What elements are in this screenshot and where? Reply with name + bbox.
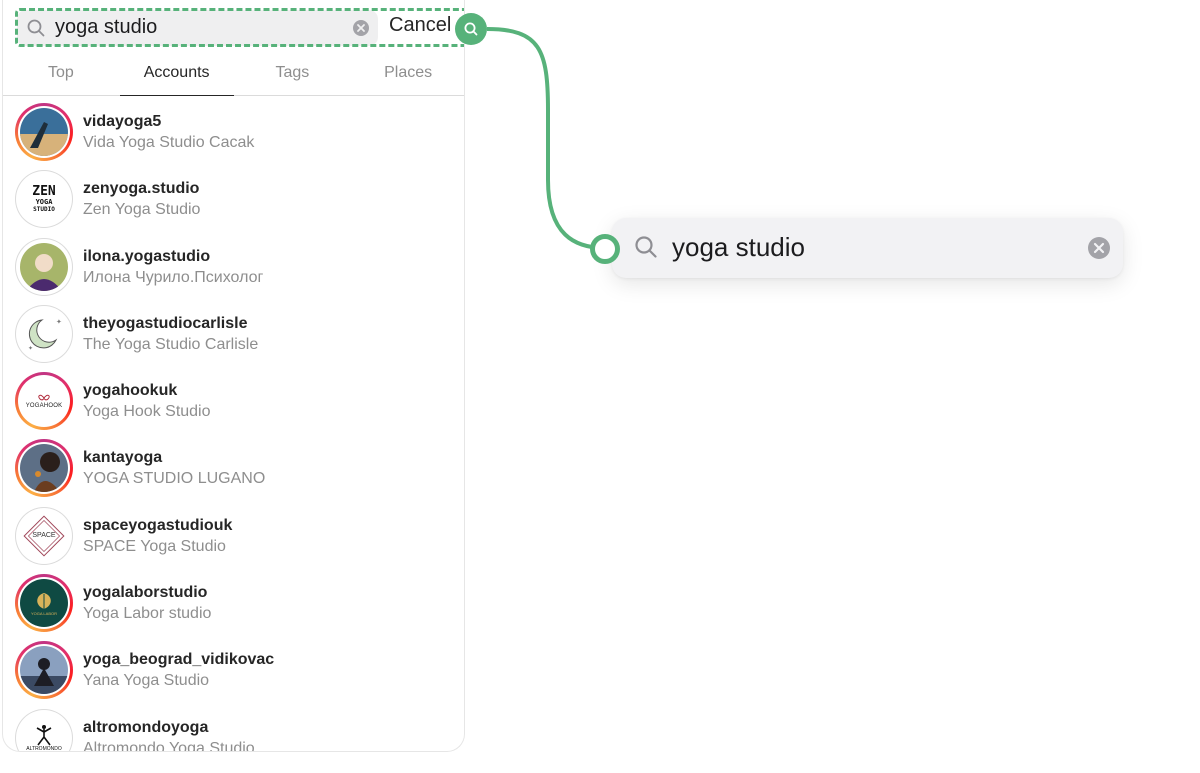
- list-item[interactable]: ✦ ✦ theyogastudiocarlisle The Yoga Studio…: [3, 298, 464, 365]
- account-name: Vida Yoga Studio Cacak: [83, 134, 255, 151]
- search-query: yoga studio: [55, 16, 158, 38]
- account-username: ilona.yogastudio: [83, 247, 211, 265]
- account-name: Yoga Hook Studio: [83, 403, 211, 421]
- avatar: [15, 103, 73, 161]
- search-icon: [27, 19, 45, 42]
- list-item[interactable]: ALTROMONDO altromondoyoga Altromondo Yog…: [3, 702, 464, 752]
- clear-icon[interactable]: [352, 19, 370, 42]
- account-name: SPACE Yoga Studio: [83, 537, 226, 555]
- list-item[interactable]: ZEN YOGA STUDIO zenyoga.studio Zen Yoga …: [3, 163, 464, 230]
- avatar: ✦ ✦: [15, 304, 73, 363]
- tab-places[interactable]: Places: [350, 50, 464, 95]
- account-name: Yana Yoga Studio: [83, 672, 210, 690]
- list-item[interactable]: yoga_beograd_vidikovac Yana Yoga Studio: [3, 634, 464, 701]
- account-username: kantayoga: [83, 449, 163, 467]
- zoomed-search-bar: yoga studio: [612, 218, 1123, 278]
- callout-anchor-dot: [590, 234, 620, 264]
- account-name: Yoga Labor studio: [83, 605, 212, 623]
- cancel-button[interactable]: Cancel: [389, 14, 451, 37]
- phone-screen: yoga studio Cancel Top Accounts Tags Pla…: [2, 0, 465, 752]
- account-username: spaceyogastudiouk: [83, 516, 233, 534]
- list-item[interactable]: YOGAHOOK yogahookuk Yoga Hook Studio: [3, 365, 464, 432]
- avatar-logo-text: ALTROMONDO: [26, 745, 62, 752]
- list-item[interactable]: SPACE spaceyogastudiouk SPACE Yoga Studi…: [3, 500, 464, 567]
- tab-tags[interactable]: Tags: [235, 50, 351, 95]
- avatar-logo-text: YOGA: [35, 197, 53, 206]
- avatar: ALTROMONDO: [15, 708, 73, 752]
- clear-icon: [1087, 236, 1111, 265]
- zoomed-search-query: yoga studio: [672, 232, 805, 262]
- account-name: Илона Чурило.Психолог: [83, 268, 264, 286]
- account-username: altromondoyoga: [83, 718, 209, 736]
- account-username: yogalaborstudio: [83, 584, 208, 602]
- list-item[interactable]: YOGA LABOR yogalaborstudio Yoga Labor st…: [3, 567, 464, 634]
- avatar-logo-text: STUDIO: [33, 205, 55, 213]
- avatar-logo-text: YOGAHOOK: [25, 403, 63, 410]
- search-icon: [634, 235, 658, 264]
- avatar: ZEN YOGA STUDIO: [15, 170, 73, 229]
- avatar-logo-text: ZEN: [32, 183, 56, 199]
- avatar-logo-text: YOGA LABOR: [30, 610, 57, 616]
- avatar: YOGA LABOR: [15, 574, 73, 633]
- avatar: [15, 439, 73, 498]
- accounts-list: vidayoga5 Vida Yoga Studio Cacak ZEN YOG…: [3, 96, 464, 752]
- account-username: theyogastudiocarlisle: [83, 314, 248, 332]
- avatar: [15, 237, 73, 296]
- account-name: Zen Yoga Studio: [83, 201, 201, 219]
- list-item[interactable]: kantayoga YOGA STUDIO LUGANO: [3, 432, 464, 499]
- account-name: YOGA STUDIO LUGANO: [83, 470, 266, 488]
- avatar: [15, 641, 73, 700]
- search-input[interactable]: yoga studio: [17, 10, 378, 46]
- svg-text:✦: ✦: [56, 318, 62, 326]
- search-tabs: Top Accounts Tags Places: [3, 50, 464, 96]
- account-name: The Yoga Studio Carlisle: [83, 335, 259, 353]
- avatar-logo-text: SPACE: [32, 532, 56, 540]
- tab-accounts[interactable]: Accounts: [119, 50, 235, 96]
- avatar: YOGAHOOK: [15, 372, 73, 431]
- account-username: zenyoga.studio: [83, 180, 200, 198]
- avatar: SPACE: [15, 506, 73, 565]
- list-item[interactable]: ilona.yogastudio Илона Чурило.Психолог: [3, 231, 464, 298]
- search-row: yoga studio Cancel: [3, 0, 464, 50]
- callout-search-icon: [455, 13, 487, 45]
- list-item[interactable]: vidayoga5 Vida Yoga Studio Cacak: [3, 96, 464, 163]
- svg-text:✦: ✦: [28, 345, 33, 352]
- tab-top[interactable]: Top: [3, 50, 119, 95]
- account-username: yogahookuk: [83, 382, 178, 400]
- account-username: vidayoga5: [83, 113, 162, 130]
- account-name: Altromondo Yoga Studio: [83, 739, 255, 752]
- account-username: yoga_beograd_vidikovac: [83, 651, 275, 669]
